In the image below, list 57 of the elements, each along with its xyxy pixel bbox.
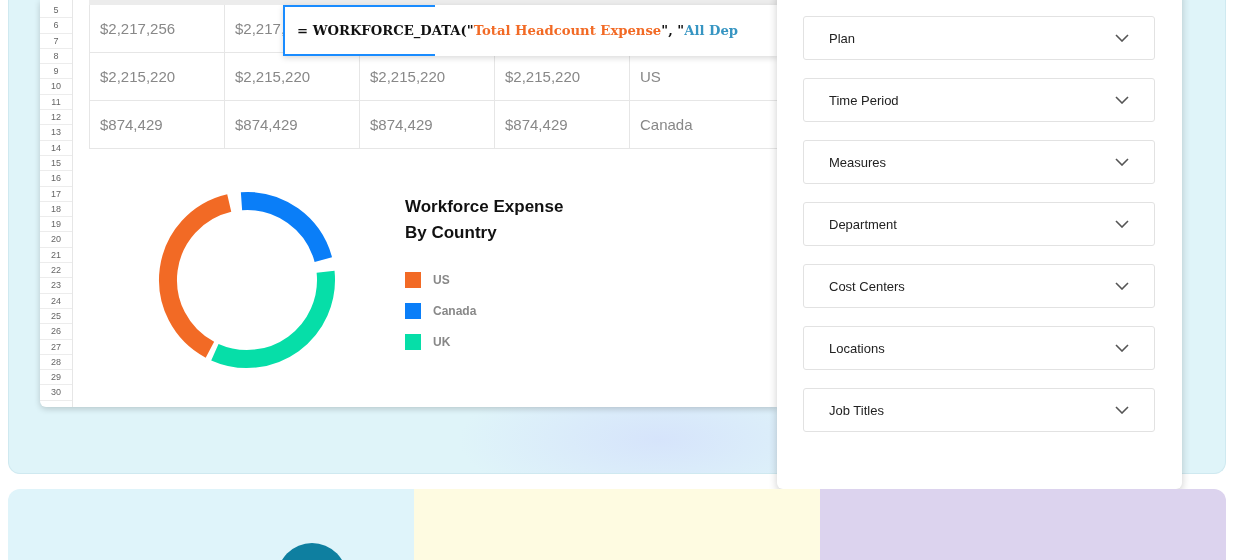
filter-dropdown[interactable]: Job Titles — [803, 388, 1155, 432]
formula-bar[interactable]: = WORKFORCE_DATA("Total Headcount Expense", "All Dep — [283, 5, 778, 56]
row-number: 15 — [40, 155, 72, 172]
chevron-down-icon — [1115, 282, 1129, 290]
table-cell: $2,215,220 — [370, 68, 446, 85]
table-cell: $874,429 — [505, 116, 568, 133]
filter-dropdown[interactable]: Plan — [803, 16, 1155, 60]
row-number: 12 — [40, 110, 72, 126]
row-number: 25 — [40, 308, 72, 325]
filter-dropdown[interactable]: Time Period — [803, 78, 1155, 122]
chevron-down-icon — [1115, 158, 1129, 166]
table-cell: $2,217, — [235, 20, 286, 37]
row-number: 22 — [40, 263, 72, 279]
table-cell: $874,429 — [370, 116, 433, 133]
table-cell: $2,215,220 — [235, 68, 311, 85]
row-number: 9 — [40, 64, 72, 80]
row-number: 19 — [40, 217, 72, 233]
chevron-down-icon — [1115, 406, 1129, 414]
row-number: 24 — [40, 293, 72, 309]
filter-dropdown[interactable]: Department — [803, 202, 1155, 246]
row-number: 18 — [40, 201, 72, 218]
legend-label: UK — [433, 334, 451, 349]
row-number: 30 — [40, 385, 72, 401]
filter-dropdown[interactable]: Locations — [803, 326, 1155, 370]
table-cell: $2,215,220 — [100, 68, 176, 85]
row-number: 10 — [40, 79, 72, 95]
chart-title: Workforce Expense By Country — [405, 196, 565, 244]
legend-label: US — [433, 272, 450, 287]
row-number: 23 — [40, 278, 72, 294]
row-number: 7 — [40, 33, 72, 49]
table-cell: $874,429 — [100, 116, 163, 133]
row-number: 20 — [40, 232, 72, 248]
row-number: 8 — [40, 48, 72, 65]
row-number: 6 — [40, 18, 72, 34]
row-number: 29 — [40, 370, 72, 386]
row-number: 11 — [40, 94, 72, 111]
row-number: 27 — [40, 339, 72, 355]
filter-dropdown[interactable]: Measures — [803, 140, 1155, 184]
row-number: 14 — [40, 140, 72, 156]
row-number: 26 — [40, 324, 72, 340]
filter-dropdown[interactable]: Cost Centers — [803, 264, 1155, 308]
table-cell: $874,429 — [235, 116, 298, 133]
row-number: 5 — [40, 3, 72, 19]
table-cell: $2,215,220 — [505, 68, 581, 85]
row-number: 16 — [40, 171, 72, 187]
row-number: 17 — [40, 186, 72, 202]
row-number: 28 — [40, 354, 72, 371]
legend-label: Canada — [433, 303, 477, 318]
row-number: 13 — [40, 125, 72, 141]
table-cell: US — [640, 68, 661, 85]
table-cell: $2,217,256 — [100, 20, 176, 37]
row-number: 21 — [40, 247, 72, 264]
chevron-down-icon — [1115, 220, 1129, 228]
chevron-down-icon — [1115, 344, 1129, 352]
table-cell: Canada — [640, 116, 693, 133]
chevron-down-icon — [1115, 34, 1129, 42]
chevron-down-icon — [1115, 96, 1129, 104]
